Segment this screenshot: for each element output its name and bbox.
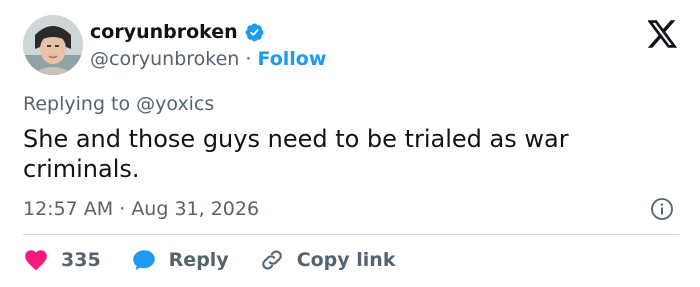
action-bar: 335 Reply Copy link	[23, 247, 425, 273]
x-logo-icon[interactable]	[648, 20, 678, 48]
verified-badge-icon	[245, 23, 264, 41]
link-icon	[261, 250, 282, 270]
handle-separator: ·	[239, 48, 258, 70]
avatar-image	[23, 15, 83, 75]
copy-link-button[interactable]: Copy link	[259, 247, 396, 273]
divider	[23, 234, 679, 235]
author-handle-row: @coryunbroken · Follow	[90, 48, 326, 70]
reply-button[interactable]: Reply	[131, 247, 229, 273]
heart-icon	[25, 250, 47, 271]
like-count: 335	[61, 249, 101, 271]
author-handle[interactable]: @coryunbroken	[90, 48, 239, 70]
timestamp-separator: ·	[113, 198, 132, 220]
tweet-timestamp[interactable]: 12:57 AM · Aug 31, 2026	[23, 198, 259, 220]
tweet-date: Aug 31, 2026	[131, 198, 260, 220]
avatar[interactable]	[23, 15, 83, 75]
speech-bubble-icon	[132, 250, 155, 270]
tweet-text: She and those guys need to be trialed as…	[23, 125, 569, 183]
like-button[interactable]: 335	[23, 247, 101, 273]
author-display-name[interactable]: coryunbroken	[90, 21, 238, 43]
info-icon[interactable]	[650, 197, 674, 221]
replying-to-prefix: Replying to	[23, 93, 137, 115]
author-name-row: coryunbroken	[90, 21, 265, 43]
tweet-time: 12:57 AM	[23, 198, 114, 220]
reply-label: Reply	[168, 249, 229, 271]
replying-to-mention[interactable]: @yoxics	[136, 93, 214, 115]
replying-to: Replying to @yoxics	[23, 93, 214, 115]
copy-link-label: Copy link	[296, 249, 396, 271]
follow-button[interactable]: Follow	[257, 48, 326, 70]
